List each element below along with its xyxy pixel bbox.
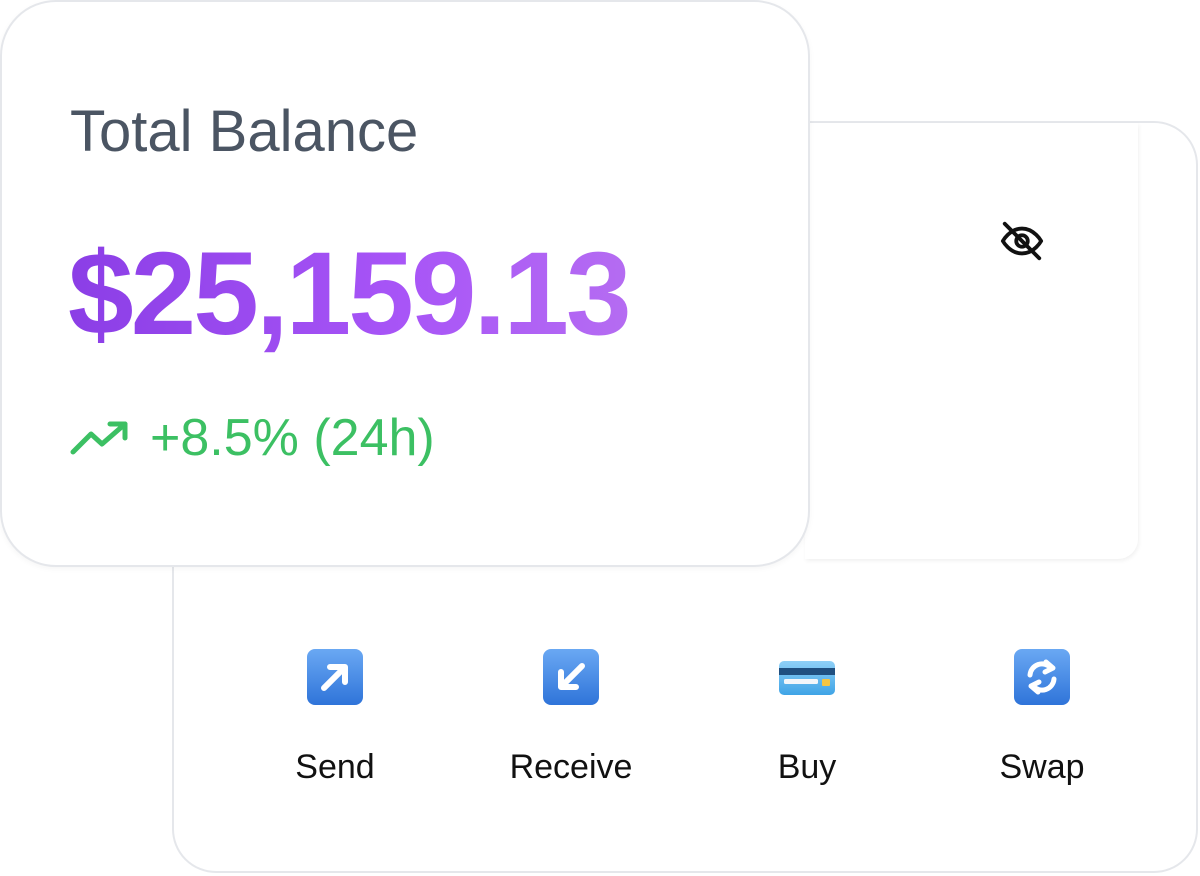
balance-panel-backdrop bbox=[805, 123, 1138, 559]
receive-button[interactable]: Receive bbox=[471, 648, 671, 787]
balance-change: +8.5% (24h) bbox=[70, 408, 435, 468]
total-balance-card: Total Balance $25,159.13 +8.5% (24h) bbox=[0, 0, 810, 567]
buy-icon-tile bbox=[778, 648, 836, 706]
buy-label: Buy bbox=[777, 748, 837, 786]
arrow-down-left-icon bbox=[543, 649, 599, 705]
receive-icon-tile bbox=[542, 648, 600, 706]
credit-card-icon bbox=[779, 661, 835, 695]
balance-amount: $25,159.13 bbox=[68, 228, 632, 360]
balance-title: Total Balance bbox=[70, 99, 419, 164]
trending-up-icon bbox=[70, 421, 128, 455]
swap-arrows-icon bbox=[1014, 649, 1070, 705]
swap-label: Swap bbox=[999, 748, 1085, 786]
hide-balance-button[interactable] bbox=[996, 215, 1048, 267]
balance-change-text: +8.5% (24h) bbox=[150, 409, 435, 467]
eye-off-icon bbox=[1000, 221, 1044, 261]
send-icon-tile bbox=[306, 648, 364, 706]
receive-label: Receive bbox=[509, 748, 633, 786]
wallet-widget: Send Receive Buy Swap Total Balance $25,… bbox=[0, 0, 1200, 876]
send-button[interactable]: Send bbox=[235, 648, 435, 787]
send-label: Send bbox=[295, 748, 375, 786]
buy-button[interactable]: Buy bbox=[707, 648, 907, 787]
arrow-up-right-icon bbox=[307, 649, 363, 705]
swap-icon-tile bbox=[1013, 648, 1071, 706]
swap-button[interactable]: Swap bbox=[942, 648, 1142, 787]
